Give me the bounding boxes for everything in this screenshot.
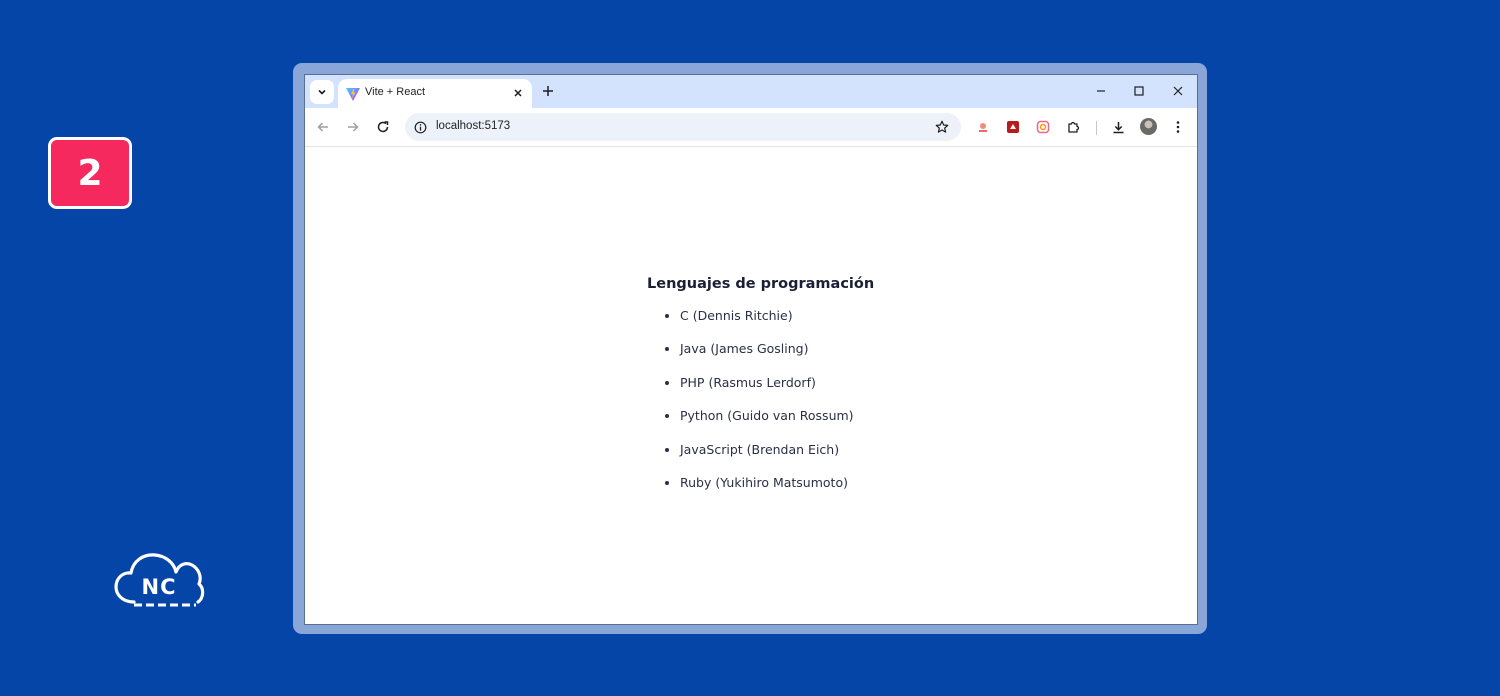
minimize-button[interactable] <box>1092 82 1110 100</box>
extension-button-1[interactable] <box>974 118 992 136</box>
tab-title: Vite + React <box>365 86 426 98</box>
bookmark-button[interactable] <box>933 118 951 136</box>
info-icon <box>414 121 426 133</box>
step-number: 2 <box>77 152 103 194</box>
step-badge: 2 <box>48 137 132 209</box>
languages-list: C (Dennis Ritchie) Java (James Gosling) … <box>647 307 854 507</box>
close-icon <box>514 89 522 97</box>
close-window-icon <box>1173 86 1183 96</box>
browser-window: Vite + React localhost:5173 Lenguajes de… <box>304 74 1198 625</box>
forward-button[interactable] <box>344 118 362 136</box>
list-item: JavaScript (Brendan Eich) <box>680 441 854 474</box>
tab-active[interactable]: Vite + React <box>338 79 532 108</box>
menu-kebab-icon <box>1176 121 1180 133</box>
close-window-button[interactable] <box>1169 82 1187 100</box>
site-info-button[interactable] <box>412 119 428 135</box>
toolbar-divider <box>1096 121 1097 135</box>
new-tab-button[interactable] <box>539 82 557 100</box>
url-text: localhost:5173 <box>436 120 511 132</box>
address-bar[interactable]: localhost:5173 <box>405 113 961 141</box>
minimize-icon <box>1097 90 1105 92</box>
puzzle-icon <box>1067 121 1079 133</box>
menu-button[interactable] <box>1169 118 1187 136</box>
list-item: C (Dennis Ritchie) <box>680 307 854 340</box>
back-arrow-icon <box>317 122 328 132</box>
maximize-icon <box>1134 86 1144 96</box>
forward-arrow-icon <box>348 122 359 132</box>
extensions-button[interactable] <box>1064 118 1082 136</box>
nc-cloud-logo: NC <box>112 550 206 610</box>
tab-strip: Vite + React <box>305 75 1197 108</box>
back-button[interactable] <box>314 118 332 136</box>
list-item: PHP (Rasmus Lerdorf) <box>680 374 854 407</box>
reload-icon <box>377 121 389 133</box>
plus-icon <box>543 86 553 96</box>
vite-favicon <box>346 88 360 101</box>
logo-text: NC <box>141 575 177 599</box>
bookmark-star-icon <box>935 120 949 133</box>
extension-orange-icon <box>1036 120 1050 134</box>
page-content: Lenguajes de programación C (Dennis Ritc… <box>305 147 1197 624</box>
extension-dark-red-icon <box>1007 121 1019 133</box>
list-item: Java (James Gosling) <box>680 340 854 373</box>
download-icon <box>1113 121 1123 133</box>
reload-button[interactable] <box>374 118 392 136</box>
browser-toolbar: localhost:5173 <box>305 108 1197 147</box>
page-title: Lenguajes de programación <box>647 276 875 292</box>
browser-frame: Vite + React localhost:5173 Lenguajes de… <box>293 63 1207 634</box>
maximize-button[interactable] <box>1130 82 1148 100</box>
avatar[interactable] <box>1140 118 1157 135</box>
extension-button-2[interactable] <box>1004 118 1022 136</box>
list-item: Python (Guido van Rossum) <box>680 407 854 440</box>
extension-button-3[interactable] <box>1034 118 1052 136</box>
tab-search-button[interactable] <box>310 80 334 104</box>
downloads-button[interactable] <box>1109 118 1127 136</box>
tab-close-button[interactable] <box>510 85 526 101</box>
chevron-down-icon <box>318 89 326 95</box>
list-item: Ruby (Yukihiro Matsumoto) <box>680 474 854 507</box>
extension-red-icon <box>979 123 987 132</box>
